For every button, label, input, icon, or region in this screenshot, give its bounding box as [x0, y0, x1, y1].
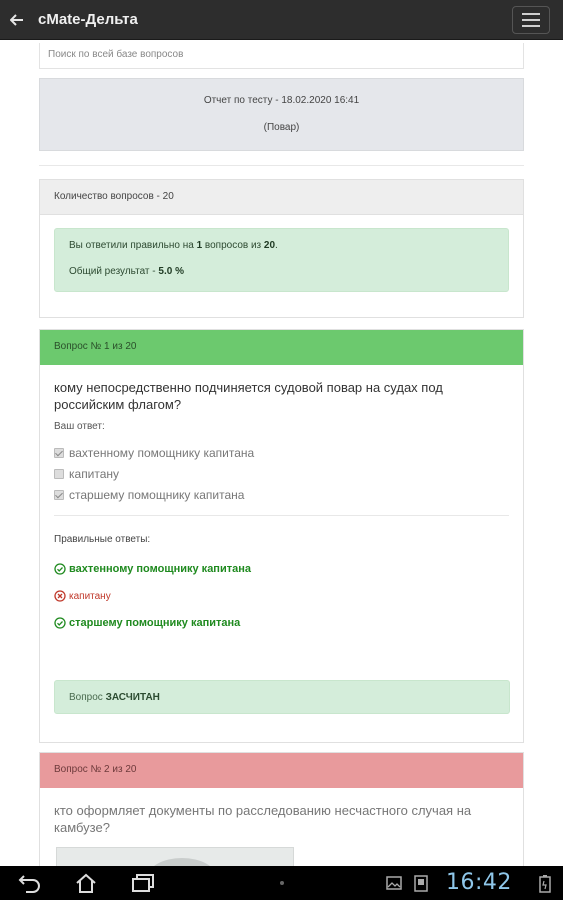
question-header: Вопрос № 2 из 20 — [40, 753, 523, 788]
search-input[interactable]: Поиск по всей базе вопросов — [39, 43, 524, 69]
question-card-2: Вопрос № 2 из 20 кто оформляет документы… — [39, 752, 524, 866]
checkbox-checked-icon — [54, 489, 64, 500]
checkbox-checked-icon — [54, 447, 64, 458]
question-text: кто оформляет документы по расследованию… — [54, 803, 472, 835]
nav-home-icon[interactable] — [74, 872, 98, 894]
app-bar: cMate-Дельта — [0, 0, 563, 40]
arrow-left-icon[interactable] — [0, 0, 34, 40]
nav-dot — [280, 881, 284, 885]
answer-option: старшему помощнику капитана — [40, 484, 523, 505]
system-nav-bar: 16:42 — [0, 866, 563, 900]
app-title: cMate-Дельта — [38, 11, 138, 28]
score-value: 5.0 % — [158, 266, 184, 277]
report-subtitle: (Повар) — [263, 122, 300, 133]
summary-alert: Вы ответили правильно на 1 вопросов из 2… — [54, 228, 509, 292]
report-header: Отчет по тесту - 18.02.2020 16:41 (Повар… — [39, 78, 524, 151]
checkbox-icon — [54, 468, 64, 479]
question-text: кому непосредственно подчиняется судовой… — [54, 380, 443, 412]
hamburger-menu-icon[interactable] — [512, 6, 550, 34]
check-circle-icon — [54, 563, 66, 575]
your-answer-label: Ваш ответ: — [54, 421, 105, 432]
summary-line-2: Общий результат - 5.0 % — [69, 266, 184, 277]
answer-option: капитану — [40, 463, 523, 484]
divider — [39, 165, 524, 166]
gallery-icon — [386, 876, 402, 890]
result-item: капитану — [40, 590, 523, 602]
battery-icon — [539, 875, 551, 893]
storage-icon — [414, 875, 428, 892]
summary-header: Количество вопросов - 20 — [40, 180, 523, 215]
question-header: Вопрос № 1 из 20 — [40, 330, 523, 365]
question-card-1: Вопрос № 1 из 20 кому непосредственно по… — [39, 329, 524, 743]
summary-line-1: Вы ответили правильно на 1 вопросов из 2… — [69, 240, 278, 251]
x-circle-icon — [54, 590, 66, 602]
nav-recent-apps-icon[interactable] — [130, 872, 156, 894]
main-content[interactable]: Поиск по всей базе вопросов Отчет по тес… — [0, 40, 563, 866]
summary-card: Количество вопросов - 20 Вы ответили пра… — [39, 179, 524, 318]
result-item: старшему помощнику капитана — [40, 617, 523, 629]
verdict-status: ЗАСЧИТАН — [105, 692, 160, 703]
answer-option: вахтенному помощнику капитана — [40, 442, 523, 463]
status-clock: 16:42 — [446, 870, 512, 895]
nav-back-icon[interactable] — [18, 872, 42, 894]
verdict-alert: Вопрос ЗАСЧИТАН — [54, 680, 510, 714]
question-image — [56, 847, 294, 866]
correct-answers-label: Правильные ответы: — [54, 534, 151, 545]
report-title: Отчет по тесту - 18.02.2020 16:41 — [203, 95, 360, 106]
check-circle-icon — [54, 617, 66, 629]
result-item: вахтенному помощнику капитана — [40, 563, 523, 575]
answer-options: вахтенному помощнику капитана капитану с… — [40, 442, 523, 505]
